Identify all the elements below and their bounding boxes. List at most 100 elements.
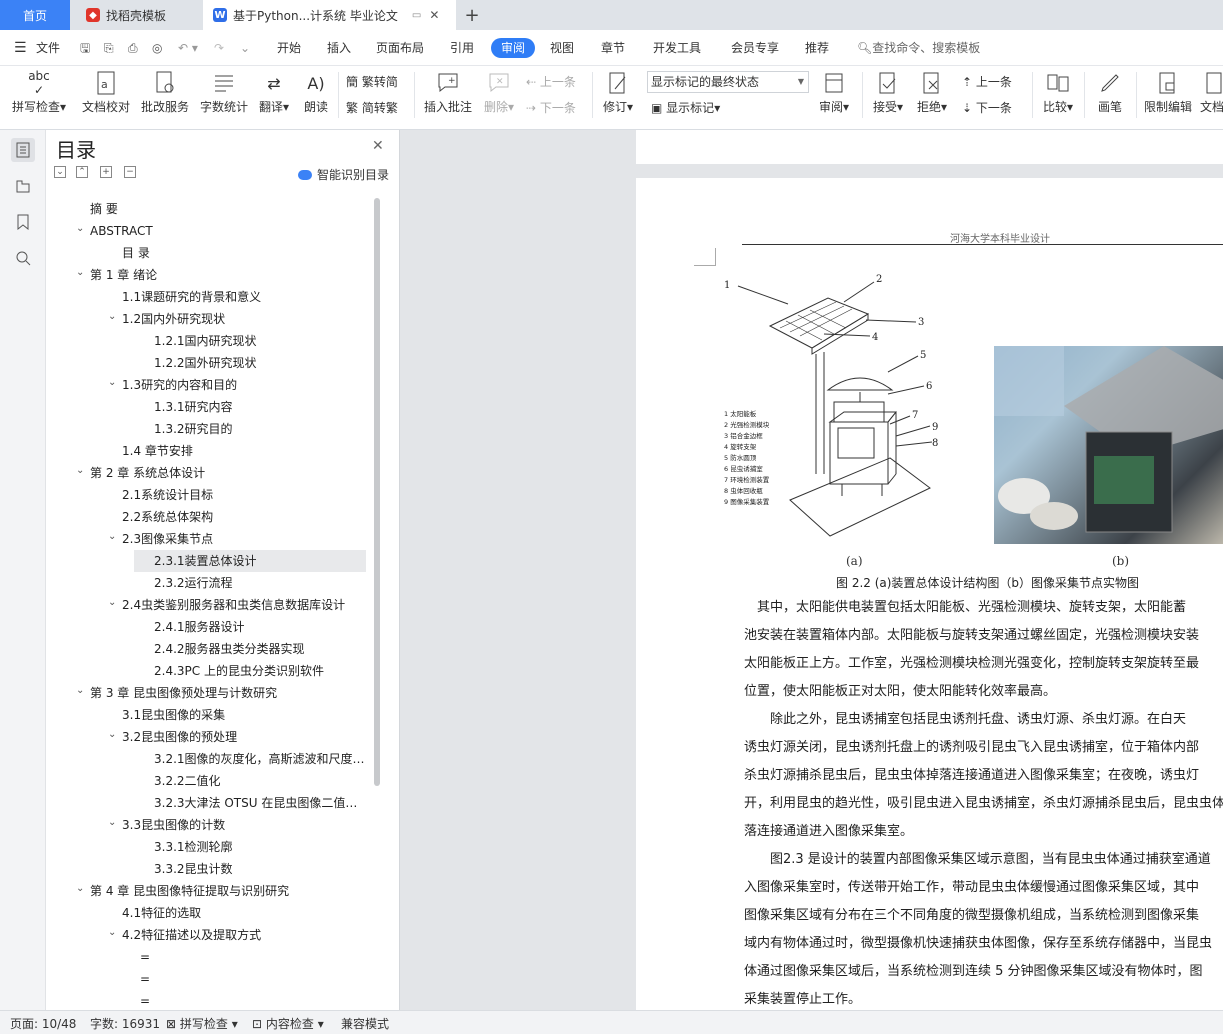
toc-item[interactable]: = [140, 990, 366, 1006]
toc-item[interactable]: 3.2.1图像的灰度化，高斯滤波和尺度 ... [154, 748, 366, 770]
chevron-down-icon[interactable]: ⌄ [108, 592, 118, 614]
content-check-status[interactable]: ⊡ 内容检查 ▾ [252, 1015, 324, 1032]
toc-item[interactable]: 1.2.2国外研究现状 [154, 352, 366, 374]
pen-button[interactable]: 画笔 [1090, 68, 1130, 124]
tab-document[interactable]: W 基于Python...计系统 毕业论文 ▭ ✕ [203, 0, 456, 30]
restrict-editing-button[interactable]: 限制编辑 [1140, 68, 1196, 124]
document-rights-button[interactable]: 文档 [1200, 68, 1223, 124]
toc-item[interactable]: ⌄ 1.3研究的内容和目的 [108, 374, 366, 396]
toc-item[interactable]: 3.1昆虫图像的采集 [122, 704, 366, 726]
toc-item[interactable]: 1.4 章节安排 [122, 440, 366, 462]
chevron-down-icon[interactable]: ⌄ [108, 372, 118, 394]
prev-change-button[interactable]: ⇡ 上一条 [962, 72, 1012, 92]
chevron-down-icon[interactable]: ⌄ [108, 812, 118, 834]
doc-proof-button[interactable]: a 文档校对 [78, 68, 134, 124]
menu-view[interactable]: 视图 [550, 38, 574, 58]
menu-recommend[interactable]: 推荐 [805, 38, 829, 58]
toc-item[interactable]: ⌄ 第 2 章 系统总体设计 [76, 462, 366, 484]
toc-item[interactable]: ⌄ 4.2特征描述以及提取方式 [108, 924, 366, 946]
toc-scrollbar[interactable] [374, 198, 380, 786]
toc-item[interactable]: ⌄ 第 3 章 昆虫图像预处理与计数研究 [76, 682, 366, 704]
close-icon[interactable]: ✕ [372, 138, 384, 154]
page-indicator[interactable]: 页面: 10/48 [10, 1015, 76, 1032]
undo-icon[interactable]: ↶ ▾ [178, 38, 198, 58]
word-count-button[interactable]: 字数统计 [198, 68, 250, 124]
smart-toc-button[interactable]: 智能识别目录 [298, 166, 389, 183]
collapse-all-icon[interactable]: ⌄ [54, 166, 66, 178]
remove-heading-icon[interactable]: − [124, 166, 136, 178]
chevron-down-icon[interactable]: ⌄ [76, 218, 86, 240]
toc-item[interactable]: 2.4.3PC 上的昆虫分类识别软件 [154, 660, 366, 682]
add-heading-icon[interactable]: + [100, 166, 112, 178]
chevron-down-icon[interactable]: ⌄ [76, 262, 86, 284]
track-changes-button[interactable]: 修订▾ [598, 68, 638, 124]
menu-references[interactable]: 引用 [450, 38, 474, 58]
toc-item[interactable]: 2.4.2服务器虫类分类器实现 [154, 638, 366, 660]
close-tab-icon[interactable]: ✕ [429, 8, 439, 22]
read-aloud-button[interactable]: A) 朗读 [300, 68, 332, 124]
simp-to-trad-button[interactable]: 繁 简转繁 [346, 98, 398, 118]
toc-item[interactable]: ⌄ 第 4 章 昆虫图像特征提取与识别研究 [76, 880, 366, 902]
chevron-down-icon[interactable]: ⌄ [76, 878, 86, 900]
trad-to-simp-button[interactable]: 簡 繁转简 [346, 72, 398, 92]
more-chevron-icon[interactable]: ⌄ [240, 38, 250, 58]
review-pane-button[interactable]: 审阅▾ [814, 68, 854, 124]
redo-icon[interactable]: ↷ [214, 38, 224, 58]
toc-item[interactable]: 3.3.1检测轮廓 [154, 836, 366, 858]
save-icon[interactable]: 🖫 [80, 38, 90, 58]
toc-item[interactable]: 3.2.3大津法 OTSU 在昆虫图像二值化... [154, 792, 366, 814]
accept-button[interactable]: 接受▾ [868, 68, 908, 124]
toc-item[interactable]: 摘 要 [90, 198, 366, 220]
spell-check-status[interactable]: ⊠ 拼写检查 ▾ [166, 1015, 238, 1032]
search-icon[interactable] [11, 246, 35, 270]
toc-panel-icon[interactable] [11, 138, 35, 162]
print-icon[interactable]: ⎙ [128, 38, 138, 58]
menu-review[interactable]: 审阅 [491, 38, 536, 58]
toc-item[interactable]: 2.2系统总体架构 [122, 506, 366, 528]
insert-comment-button[interactable]: + 插入批注 [420, 68, 476, 124]
menu-developer-tools[interactable]: 开发工具 [653, 38, 701, 58]
chevron-down-icon[interactable]: ⌄ [108, 526, 118, 548]
next-change-button[interactable]: ⇣ 下一条 [962, 98, 1012, 118]
toc-item[interactable]: 1.2.1国内研究现状 [154, 330, 366, 352]
hamburger-icon[interactable]: ☰ [14, 38, 27, 58]
toc-item[interactable]: 1.3.1研究内容 [154, 396, 366, 418]
menu-page-layout[interactable]: 页面布局 [376, 38, 424, 58]
toc-item[interactable]: = [140, 946, 366, 968]
menu-file[interactable]: 文件 [36, 38, 60, 58]
chevron-down-icon[interactable]: ⌄ [108, 922, 118, 944]
toc-item[interactable]: 1.1课题研究的背景和意义 [122, 286, 366, 308]
bookmark-icon[interactable] [11, 210, 35, 234]
chevron-down-icon[interactable]: ⌄ [76, 460, 86, 482]
toc-item[interactable]: ⌄ 2.4虫类鉴别服务器和虫类信息数据库设计 [108, 594, 366, 616]
toc-item[interactable]: 3.2.2二值化 [154, 770, 366, 792]
translate-button[interactable]: ⇄ 翻译▾ [256, 68, 292, 124]
toc-item[interactable]: ⌄ 第 1 章 绪论 [76, 264, 366, 286]
toc-item[interactable]: 2.3.1装置总体设计 [134, 550, 366, 572]
delete-comment-button[interactable]: ✕ 删除▾ [480, 68, 518, 124]
chevron-down-icon[interactable]: ⌄ [108, 306, 118, 328]
toc-item[interactable]: ⌄ 1.2国内外研究现状 [108, 308, 366, 330]
prev-comment-button[interactable]: ⇠ 上一条 [526, 72, 576, 92]
toc-item[interactable]: 2.3.2运行流程 [154, 572, 366, 594]
compare-button[interactable]: 比较▾ [1038, 68, 1078, 124]
expand-up-icon[interactable]: ⌃ [76, 166, 88, 178]
word-count-indicator[interactable]: 字数: 16931 [90, 1015, 160, 1032]
menu-chapter[interactable]: 章节 [601, 38, 625, 58]
chevron-down-icon[interactable]: ⌄ [76, 680, 86, 702]
tab-daoke-templates[interactable]: ◆ 找稻壳模板 [76, 0, 200, 30]
next-comment-button[interactable]: ⇢ 下一条 [526, 98, 576, 118]
spell-check-button[interactable]: abc ✓ 拼写检查▾ [8, 68, 70, 124]
pin-icon[interactable]: ▭ [412, 10, 421, 21]
toc-item[interactable]: ⌄ 3.3昆虫图像的计数 [108, 814, 366, 836]
toc-item[interactable]: 2.1系统设计目标 [122, 484, 366, 506]
reject-button[interactable]: 拒绝▾ [912, 68, 952, 124]
export-pdf-icon[interactable]: ⎘ [104, 38, 114, 58]
command-search[interactable]: 🔍︎查找命令、搜索模板 [857, 38, 980, 58]
toc-item[interactable]: 4.1特征的选取 [122, 902, 366, 924]
toc-item[interactable]: ⌄ 3.2昆虫图像的预处理 [108, 726, 366, 748]
print-preview-icon[interactable]: ◎ [152, 38, 162, 58]
menu-member[interactable]: 会员专享 [731, 38, 779, 58]
menu-start[interactable]: 开始 [277, 38, 301, 58]
tab-home[interactable]: 首页 [0, 0, 70, 30]
